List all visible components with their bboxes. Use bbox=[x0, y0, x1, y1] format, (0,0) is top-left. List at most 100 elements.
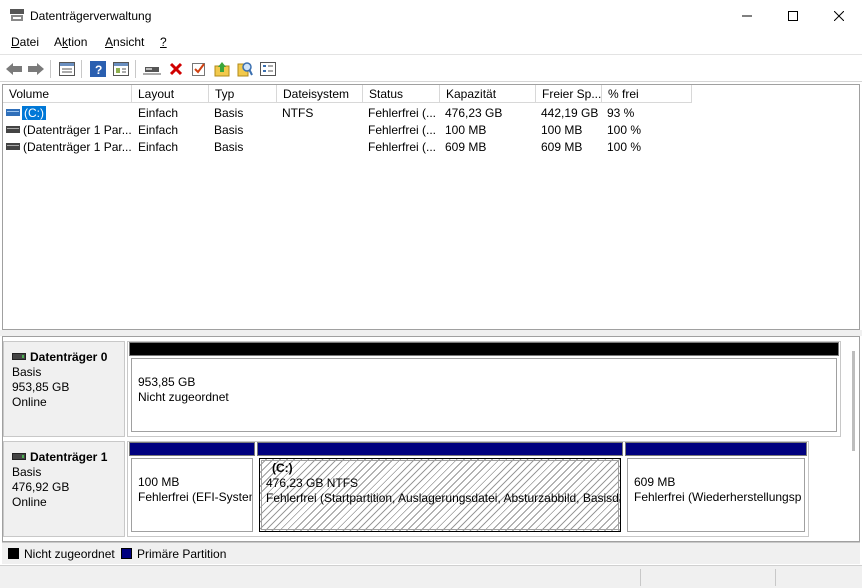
minimize-icon bbox=[742, 15, 752, 17]
disk-1-type: Basis bbox=[12, 465, 42, 479]
disk-area-scrollbar[interactable] bbox=[849, 351, 857, 451]
disk-drive-icon bbox=[12, 353, 26, 360]
status-divider bbox=[775, 569, 776, 586]
column-header-prozent-frei[interactable]: % frei bbox=[602, 85, 692, 103]
delete-button[interactable] bbox=[166, 59, 186, 79]
partition-recovery[interactable]: 609 MB Fehlerfrei (Wiederherstellungsp bbox=[625, 442, 807, 534]
maximize-icon bbox=[788, 11, 798, 21]
volume-typ: Basis bbox=[214, 123, 244, 137]
table-row[interactable]: (Datenträger 1 Par... Einfach Basis Fehl… bbox=[3, 122, 859, 139]
volume-kapazitaet: 100 MB bbox=[445, 123, 487, 137]
volume-layout: Einfach bbox=[138, 106, 179, 120]
volume-layout: Einfach bbox=[138, 123, 179, 137]
volume-typ: Basis bbox=[214, 106, 244, 120]
legend-label-unallocated: Nicht zugeordnet bbox=[24, 547, 115, 561]
close-button[interactable] bbox=[816, 0, 862, 32]
disk-1-info[interactable]: Datenträger 1 Basis 476,92 GB Online bbox=[3, 441, 125, 537]
disk-1-size: 476,92 GB bbox=[12, 480, 70, 494]
toolbar: ? bbox=[0, 54, 862, 82]
legend: Nicht zugeordnet Primäre Partition bbox=[2, 542, 860, 564]
disk-0-state: Online bbox=[12, 395, 47, 409]
menu-datei[interactable]: Datei bbox=[11, 35, 39, 49]
properties-list-button[interactable] bbox=[57, 59, 77, 79]
partition-body-selected: (C:) 476,23 GB NTFS Fehlerfrei (Startpar… bbox=[259, 458, 621, 532]
maximize-button[interactable] bbox=[770, 0, 816, 32]
minimize-button[interactable] bbox=[724, 0, 770, 32]
window-title: Datenträgerverwaltung bbox=[30, 9, 152, 23]
disk-0-size: 953,85 GB bbox=[12, 380, 70, 394]
settings-dialog-icon bbox=[260, 62, 276, 76]
volume-name: (Datenträger 1 Par... bbox=[23, 140, 131, 154]
properties-list-icon bbox=[59, 62, 75, 76]
partition-color-bar bbox=[257, 442, 623, 456]
partition-size: 100 MB bbox=[138, 475, 180, 489]
volume-status: Fehlerfrei (... bbox=[368, 106, 437, 120]
delete-icon bbox=[169, 62, 183, 76]
checklist-button[interactable] bbox=[189, 59, 209, 79]
volume-status: Fehlerfrei (... bbox=[368, 140, 437, 154]
disk-management-app-icon bbox=[10, 9, 24, 21]
menu-ansicht[interactable]: Ansicht bbox=[105, 35, 144, 49]
console-pane-button[interactable] bbox=[111, 59, 131, 79]
disk-1-name: Datenträger 1 bbox=[30, 450, 108, 464]
partition-unallocated[interactable]: 953,85 GB Nicht zugeordnet bbox=[129, 342, 839, 434]
volume-dateisystem: NTFS bbox=[282, 106, 314, 120]
connect-disk-button[interactable] bbox=[142, 59, 162, 79]
partition-status: Fehlerfrei (EFI-System bbox=[138, 490, 253, 504]
column-header-volume[interactable]: Volume bbox=[3, 85, 132, 103]
volume-status: Fehlerfrei (... bbox=[368, 123, 437, 137]
disk-0-info[interactable]: Datenträger 0 Basis 953,85 GB Online bbox=[3, 341, 125, 437]
column-header-freier-speicher[interactable]: Freier Sp... bbox=[536, 85, 602, 103]
status-divider bbox=[640, 569, 641, 586]
close-icon bbox=[834, 11, 844, 21]
console-pane-icon bbox=[113, 62, 129, 76]
disk-1-layout: 100 MB Fehlerfrei (EFI-System (C:) 476,2… bbox=[127, 441, 809, 537]
table-row[interactable]: (Datenträger 1 Par... Einfach Basis Fehl… bbox=[3, 139, 859, 156]
search-properties-button[interactable] bbox=[235, 59, 255, 79]
forward-button[interactable] bbox=[26, 59, 46, 79]
column-header-typ[interactable]: Typ bbox=[209, 85, 277, 103]
column-header-status[interactable]: Status bbox=[363, 85, 440, 103]
toolbar-separator bbox=[135, 60, 136, 78]
menu-help[interactable]: ? bbox=[160, 35, 167, 49]
volume-freier-speicher: 442,19 GB bbox=[541, 106, 599, 120]
settings-dialog-button[interactable] bbox=[258, 59, 278, 79]
folder-up-icon bbox=[214, 62, 230, 77]
partition-status: Fehlerfrei (Wiederherstellungsp bbox=[634, 490, 802, 504]
volume-drive-icon bbox=[6, 109, 20, 116]
search-properties-icon bbox=[237, 62, 253, 77]
partition-efi[interactable]: 100 MB Fehlerfrei (EFI-System bbox=[129, 442, 255, 534]
menu-aktion[interactable]: Aktion bbox=[54, 35, 87, 49]
folder-up-button[interactable] bbox=[212, 59, 232, 79]
column-header-layout[interactable]: Layout bbox=[132, 85, 209, 103]
partition-size: 476,23 GB NTFS bbox=[266, 476, 359, 490]
checklist-icon bbox=[192, 63, 205, 76]
help-button[interactable]: ? bbox=[88, 59, 108, 79]
volume-list: Volume Layout Typ Dateisystem Status Kap… bbox=[2, 84, 860, 330]
help-icon: ? bbox=[90, 61, 106, 77]
back-arrow-icon bbox=[6, 63, 22, 75]
title-bar: Datenträgerverwaltung bbox=[0, 0, 862, 32]
partition-status: Fehlerfrei (Startpartition, Auslagerungs… bbox=[266, 491, 621, 505]
disk-graphical-view: Datenträger 0 Basis 953,85 GB Online 953… bbox=[2, 336, 860, 542]
disk-1-state: Online bbox=[12, 495, 47, 509]
volume-freier-speicher: 609 MB bbox=[541, 140, 583, 154]
partition-color-bar bbox=[129, 342, 839, 356]
status-bar bbox=[0, 565, 862, 588]
partition-color-bar bbox=[625, 442, 807, 456]
partition-size: 953,85 GB bbox=[138, 375, 196, 389]
column-header-kapazitaet[interactable]: Kapazität bbox=[440, 85, 536, 103]
disk-0-name: Datenträger 0 bbox=[30, 350, 108, 364]
partition-body: 609 MB Fehlerfrei (Wiederherstellungsp bbox=[627, 458, 805, 532]
back-button[interactable] bbox=[4, 59, 24, 79]
table-row[interactable]: (C:) Einfach Basis NTFS Fehlerfrei (... … bbox=[3, 105, 859, 122]
volume-drive-icon bbox=[6, 143, 20, 150]
partition-status: Nicht zugeordnet bbox=[138, 390, 229, 404]
volume-name: (C:) bbox=[22, 106, 46, 120]
partition-c[interactable]: (C:) 476,23 GB NTFS Fehlerfrei (Startpar… bbox=[257, 442, 623, 534]
scrollbar-thumb[interactable] bbox=[852, 351, 855, 451]
partition-body: 953,85 GB Nicht zugeordnet bbox=[131, 358, 837, 432]
volume-layout: Einfach bbox=[138, 140, 179, 154]
column-header-dateisystem[interactable]: Dateisystem bbox=[277, 85, 363, 103]
volume-freier-speicher: 100 MB bbox=[541, 123, 583, 137]
